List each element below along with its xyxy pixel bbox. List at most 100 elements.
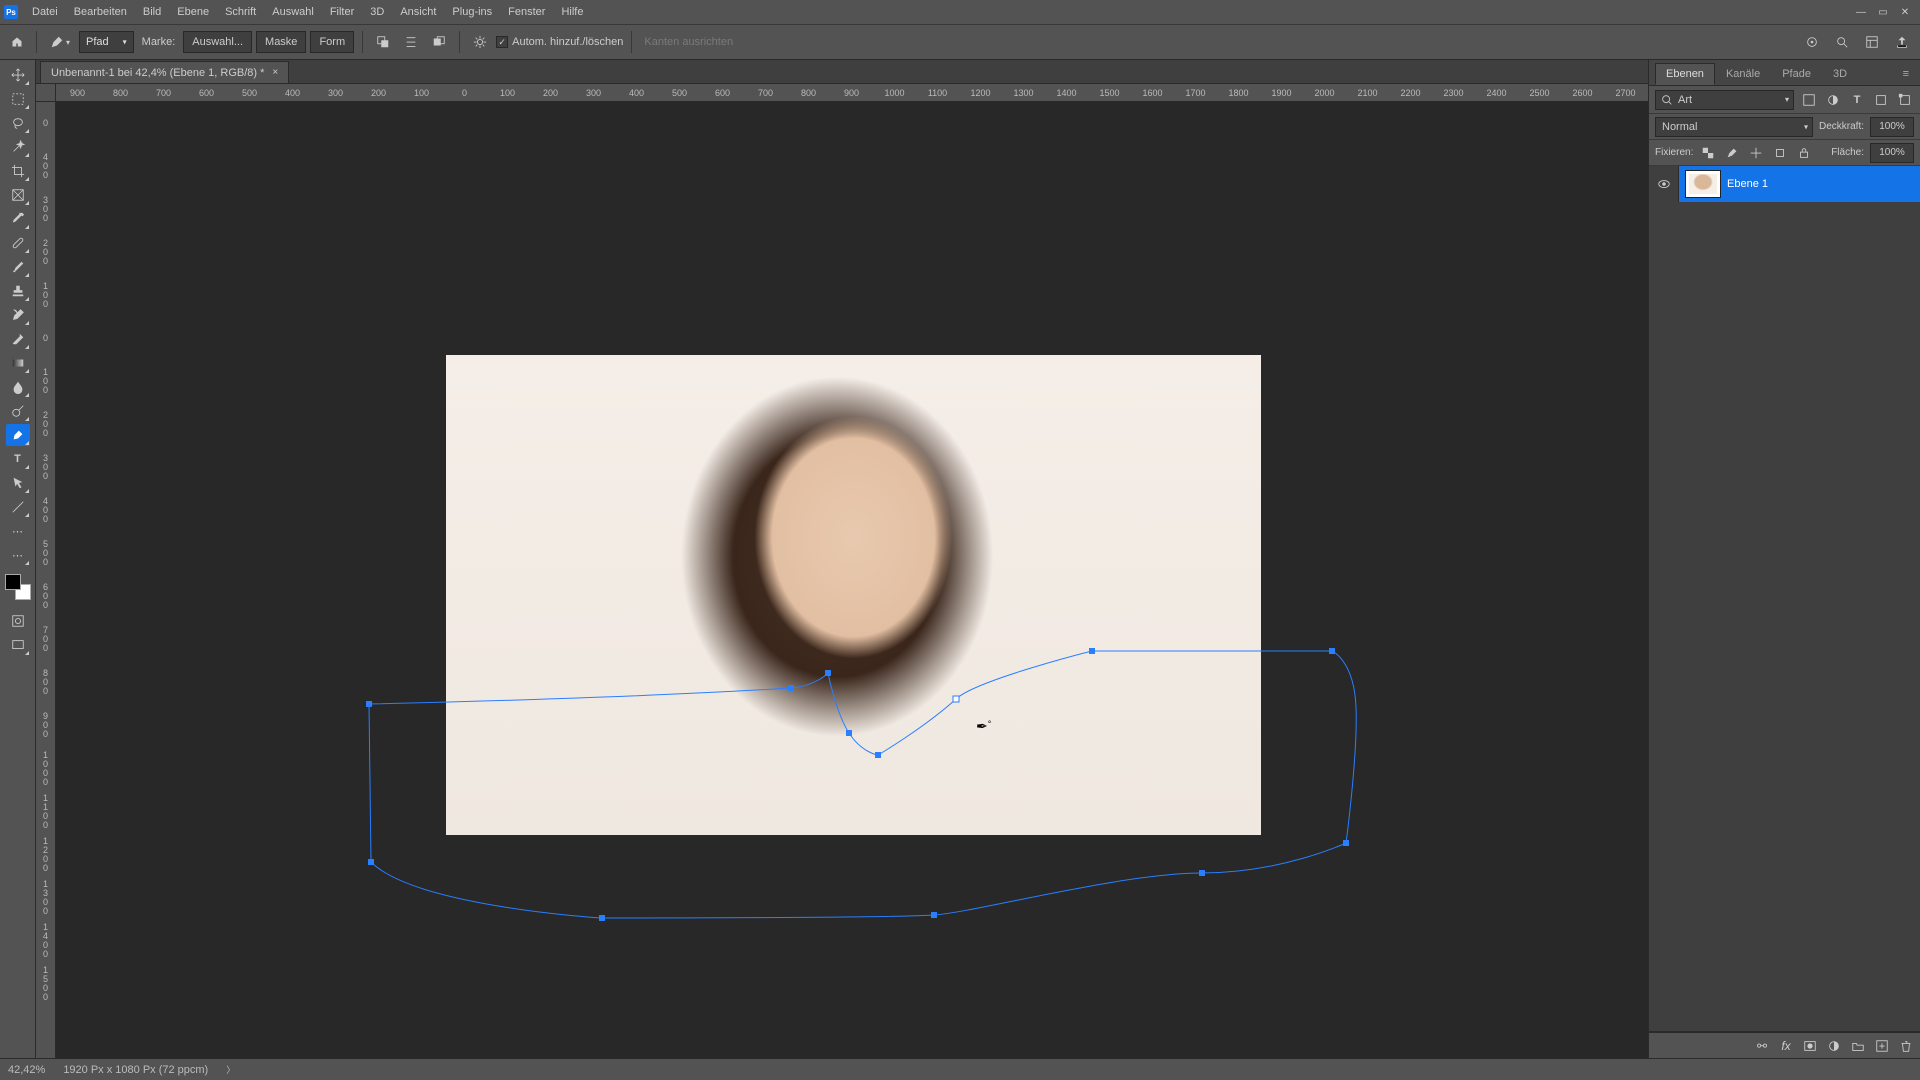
lock-trans-button[interactable]: [1699, 144, 1717, 162]
window-close-button[interactable]: ✕: [1894, 2, 1916, 22]
menu-plugins[interactable]: Plug-ins: [444, 0, 500, 24]
blend-mode-select[interactable]: Normal ▾: [1655, 117, 1813, 137]
link-layers-button[interactable]: ⚯: [1754, 1039, 1770, 1053]
search-app-button[interactable]: [1830, 31, 1854, 53]
lock-pos-button[interactable]: [1747, 144, 1765, 162]
tab-pfade[interactable]: Pfade: [1771, 63, 1822, 85]
filter-adjust-button[interactable]: [1824, 91, 1842, 109]
zoom-level[interactable]: 42,42%: [8, 1064, 45, 1076]
auto-add-delete-checkbox[interactable]: ✓ Autom. hinzuf./löschen: [496, 36, 623, 48]
ruler-origin[interactable]: [36, 84, 56, 102]
eraser-tool[interactable]: [6, 328, 30, 350]
filter-pixel-button[interactable]: [1800, 91, 1818, 109]
tool-preset-button[interactable]: ▾: [45, 31, 75, 53]
type-tool[interactable]: T: [6, 448, 30, 470]
screen-mode-button[interactable]: [6, 634, 30, 656]
filter-smart-button[interactable]: [1896, 91, 1914, 109]
pen-tool[interactable]: [6, 424, 30, 446]
layer-list[interactable]: Ebene 1: [1649, 166, 1920, 1032]
menu-hilfe[interactable]: Hilfe: [553, 0, 591, 24]
ruler-horizontal[interactable]: 9008007006005004003002001000100200300400…: [56, 84, 1648, 102]
frame-tool[interactable]: [6, 184, 30, 206]
document-canvas[interactable]: [446, 355, 1261, 835]
heal-tool[interactable]: [6, 232, 30, 254]
layer-fx-button[interactable]: fx: [1778, 1039, 1794, 1053]
tab-kanaele[interactable]: Kanäle: [1715, 63, 1771, 85]
fill-input[interactable]: 100%: [1870, 143, 1914, 163]
path-select-tool[interactable]: [6, 472, 30, 494]
workspace-button[interactable]: [1860, 31, 1884, 53]
close-icon[interactable]: ×: [272, 67, 278, 78]
shape-tool[interactable]: [6, 496, 30, 518]
crop-icon: [11, 164, 25, 178]
menu-datei[interactable]: Datei: [24, 0, 66, 24]
filter-type-button[interactable]: T: [1848, 91, 1866, 109]
ruler-vertical[interactable]: 0400300200100010020030040050060070080090…: [36, 102, 56, 1058]
menu-ansicht[interactable]: Ansicht: [392, 0, 444, 24]
path-alignment-button[interactable]: [399, 31, 423, 53]
chevron-right-icon[interactable]: 〉: [226, 1063, 235, 1076]
bandaid-icon: [11, 236, 25, 250]
adjustment-layer-button[interactable]: [1826, 1039, 1842, 1053]
menu-bearbeiten[interactable]: Bearbeiten: [66, 0, 135, 24]
group-button[interactable]: [1850, 1039, 1866, 1053]
make-selection-button[interactable]: Auswahl...: [183, 31, 252, 53]
lock-nest-button[interactable]: [1771, 144, 1789, 162]
window-minimize-button[interactable]: —: [1850, 2, 1872, 22]
marquee-tool[interactable]: [6, 88, 30, 110]
move-tool[interactable]: [6, 64, 30, 86]
color-swatches[interactable]: [5, 574, 31, 600]
more-tools[interactable]: ⋯: [6, 520, 30, 542]
delete-layer-button[interactable]: [1898, 1039, 1914, 1053]
home-button[interactable]: [6, 31, 28, 53]
foreground-color-swatch[interactable]: [5, 574, 21, 590]
window-maximize-button[interactable]: ▭: [1872, 2, 1894, 22]
crop-tool[interactable]: [6, 160, 30, 182]
blur-tool[interactable]: [6, 376, 30, 398]
history-brush-tool[interactable]: [6, 304, 30, 326]
menu-bar: Ps Datei Bearbeiten Bild Ebene Schrift A…: [0, 0, 1920, 24]
layer-visibility-toggle[interactable]: [1649, 166, 1679, 202]
menu-ebene[interactable]: Ebene: [169, 0, 217, 24]
cloud-docs-button[interactable]: [1800, 31, 1824, 53]
tab-ebenen[interactable]: Ebenen: [1655, 63, 1715, 85]
quick-select-tool[interactable]: [6, 136, 30, 158]
menu-auswahl[interactable]: Auswahl: [264, 0, 322, 24]
lock-image-button[interactable]: [1723, 144, 1741, 162]
layer-row[interactable]: Ebene 1: [1649, 166, 1920, 202]
panel-menu-button[interactable]: ≡: [1892, 63, 1920, 85]
edit-toolbar[interactable]: ⋯: [6, 544, 30, 566]
gradient-tool[interactable]: [6, 352, 30, 374]
make-shape-button[interactable]: Form: [310, 31, 354, 53]
tool-mode-select[interactable]: Pfad ▾: [79, 31, 134, 53]
opacity-input[interactable]: 100%: [1870, 117, 1914, 137]
layer-name[interactable]: Ebene 1: [1727, 178, 1920, 190]
share-button[interactable]: [1890, 31, 1914, 53]
layer-thumbnail[interactable]: [1685, 170, 1721, 198]
lasso-tool[interactable]: [6, 112, 30, 134]
quick-mask-button[interactable]: [6, 610, 30, 632]
dodge-tool[interactable]: [6, 400, 30, 422]
eyedropper-tool[interactable]: [6, 208, 30, 230]
menu-3d[interactable]: 3D: [362, 0, 392, 24]
brush-tool[interactable]: [6, 256, 30, 278]
artboard-icon: [1773, 146, 1787, 160]
document-tab[interactable]: Unbenannt-1 bei 42,4% (Ebene 1, RGB/8) *…: [40, 61, 289, 83]
tab-3d[interactable]: 3D: [1822, 63, 1858, 85]
doc-info[interactable]: 1920 Px x 1080 Px (72 ppcm): [63, 1064, 208, 1076]
menu-fenster[interactable]: Fenster: [500, 0, 553, 24]
layer-filter-select[interactable]: Art ▾: [1655, 90, 1794, 110]
menu-bild[interactable]: Bild: [135, 0, 169, 24]
path-arrangement-button[interactable]: [427, 31, 451, 53]
canvas-viewport[interactable]: ✒°: [56, 102, 1648, 1058]
path-options-button[interactable]: [468, 31, 492, 53]
menu-schrift[interactable]: Schrift: [217, 0, 264, 24]
filter-shape-button[interactable]: [1872, 91, 1890, 109]
make-mask-button[interactable]: Maske: [256, 31, 306, 53]
path-operations-button[interactable]: [371, 31, 395, 53]
menu-filter[interactable]: Filter: [322, 0, 362, 24]
stamp-tool[interactable]: [6, 280, 30, 302]
new-layer-button[interactable]: [1874, 1039, 1890, 1053]
layer-mask-button[interactable]: [1802, 1039, 1818, 1053]
lock-all-button[interactable]: [1795, 144, 1813, 162]
